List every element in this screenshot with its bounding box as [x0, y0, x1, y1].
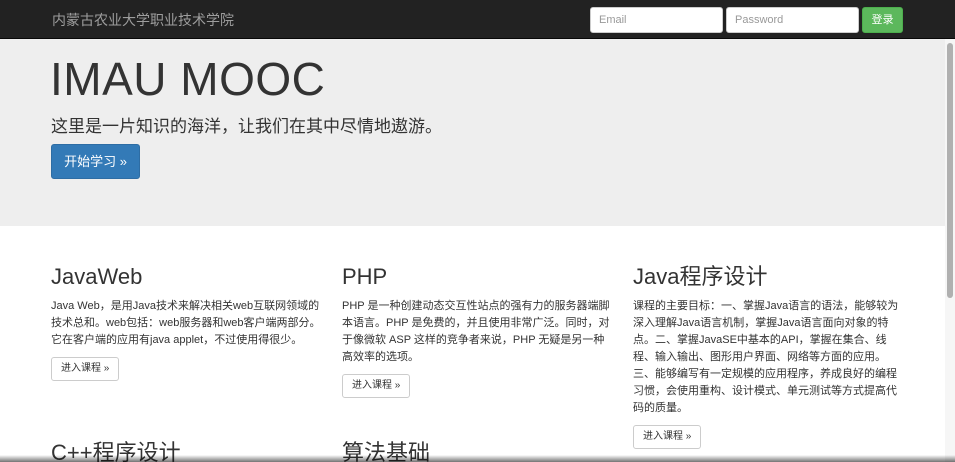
- course-card-javaweb: JavaWeb Java Web，是用Java技术来解决相关web互联网领域的技…: [51, 264, 321, 381]
- enter-course-button[interactable]: 进入课程 »: [51, 357, 120, 381]
- scrollbar-thumb[interactable]: [947, 43, 953, 298]
- email-input[interactable]: [590, 7, 723, 33]
- course-title: JavaWeb: [51, 264, 143, 289]
- page-subtitle: 这里是一片知识的海洋，让我们在其中尽情地遨游。: [51, 117, 442, 136]
- course-title: Java程序设计: [633, 264, 768, 289]
- start-learning-button[interactable]: 开始学习 »: [51, 144, 140, 179]
- enter-course-button[interactable]: 进入课程 »: [633, 425, 702, 449]
- jumbotron: IMAU MOOC 这里是一片知识的海洋，让我们在其中尽情地遨游。 开始学习 »: [0, 39, 955, 226]
- course-title: PHP: [342, 264, 388, 289]
- brand-link[interactable]: 内蒙古农业大学职业技术学院: [52, 10, 234, 30]
- enter-course-button[interactable]: 进入课程 »: [342, 374, 411, 398]
- window-bottom-edge: [0, 455, 955, 462]
- course-card-php: PHP PHP 是一种创建动态交互性站点的强有力的服务器端脚本语言。PHP 是免…: [342, 264, 612, 398]
- course-description: Java Web，是用Java技术来解决相关web互联网领域的技术总和。web包…: [51, 300, 321, 346]
- top-navbar: 内蒙古农业大学职业技术学院 登录: [0, 0, 955, 39]
- course-card-java: Java程序设计 课程的主要目标：一、掌握Java语言的语法，能够较为深入理解J…: [633, 264, 903, 449]
- page-title: IMAU MOOC: [50, 53, 326, 105]
- course-description: PHP 是一种创建动态交互性站点的强有力的服务器端脚本语言。PHP 是免费的，并…: [342, 300, 610, 363]
- password-input[interactable]: [726, 7, 859, 33]
- login-button[interactable]: 登录: [862, 7, 903, 33]
- page: 内蒙古农业大学职业技术学院 登录 IMAU MOOC 这里是一片知识的海洋，让我…: [0, 0, 955, 462]
- course-description: 课程的主要目标：一、掌握Java语言的语法，能够较为深入理解Java语言机制，掌…: [633, 300, 899, 414]
